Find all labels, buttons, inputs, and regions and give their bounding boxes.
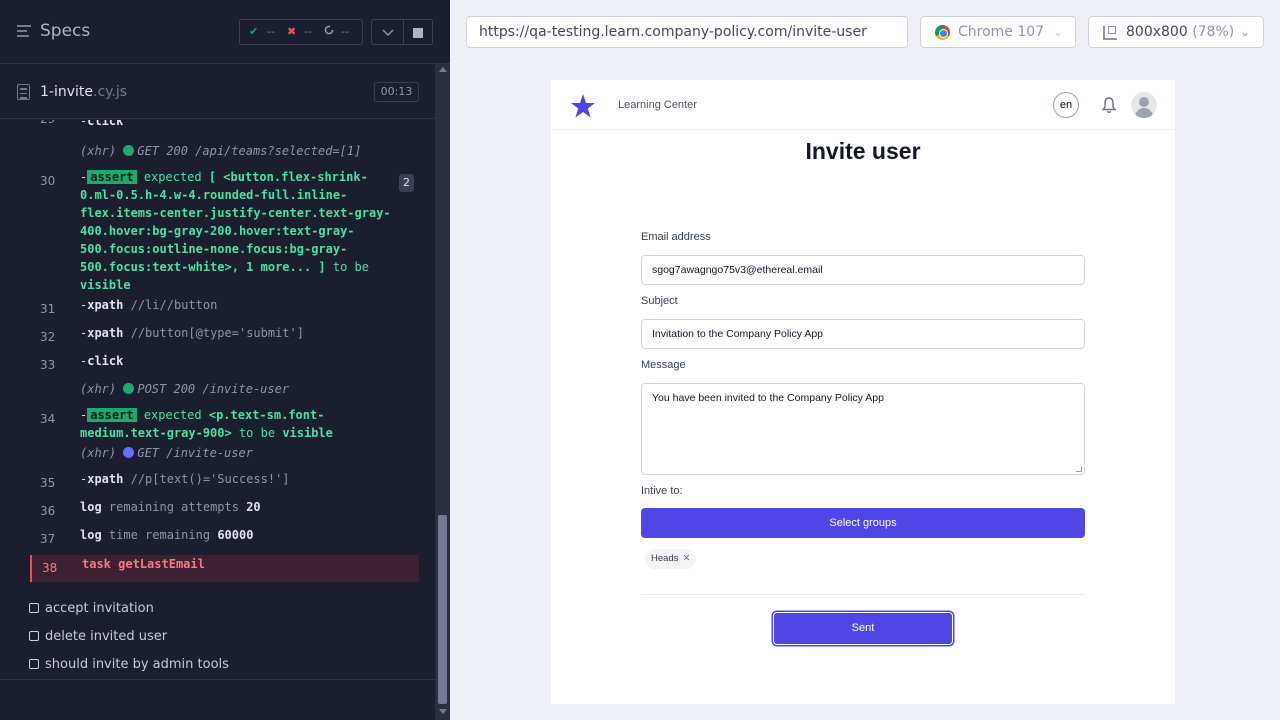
stop-icon [413,28,423,38]
message-label: Message [641,359,686,371]
test-status-icon [29,659,39,669]
test-stats: ✔ -- ✖ -- -- [239,19,363,45]
viewport-size: 800x800 [1126,24,1188,40]
status-dot [123,145,135,156]
avatar[interactable] [1131,92,1157,118]
bell-icon[interactable] [1101,96,1117,114]
stop-button[interactable] [403,19,433,45]
test-item[interactable]: accept invitation [29,601,154,616]
status-dot [123,447,135,458]
command-log: 29 -click (xhr) GET 200 /api/teams?selec… [30,120,419,582]
spec-duration: 00:13 [374,82,419,102]
resize-handle[interactable] [1076,466,1082,472]
divider [641,594,1085,595]
test-item[interactable]: should invite by admin tools [29,657,229,672]
fail-count: -- [304,25,312,38]
email-field[interactable]: sgog7awagngo75v3@ethereal.email [641,255,1085,285]
pending-icon [324,25,334,38]
spec-file-name: 1-invite.cy.js [40,84,128,100]
status-dot [123,383,135,394]
scrollbar-thumb[interactable] [438,515,447,704]
chrome-icon [935,25,950,40]
url-bar[interactable]: https://qa-testing.learn.company-policy.… [466,16,908,48]
failed-command-row[interactable]: 38 task getLastEmail [30,555,419,582]
specs-header: Specs ✔ -- ✖ -- -- [0,0,450,64]
app-under-test: Learning Center en Invite user Email add… [551,80,1175,704]
specs-title[interactable]: Specs [40,21,90,41]
viewport-selector[interactable]: 800x800 (78%) ⌄ [1088,16,1264,48]
select-groups-button[interactable]: Select groups [641,508,1085,538]
test-status-icon [29,603,39,613]
count-badge: 2 [399,174,414,192]
app-header: Learning Center en [551,80,1175,130]
pending-count: -- [341,25,349,38]
test-status-icon [29,631,39,641]
app-title: Learning Center [618,99,697,111]
chevron-down-icon: ⌄ [1053,25,1064,39]
pass-count: -- [267,25,275,38]
chevron-down-icon[interactable] [371,19,404,45]
app-preview-panel: https://qa-testing.learn.company-policy.… [450,0,1280,720]
submit-button[interactable]: Sent [773,612,953,645]
fail-icon: ✖ [287,25,297,38]
divider [0,679,435,680]
invite-to-label: Intive to: [641,485,683,497]
page-title: Invite user [805,138,921,164]
subject-field[interactable]: Invitation to the Company Policy App [641,319,1085,349]
star-logo-icon[interactable] [570,93,596,119]
browser-label: Chrome 107 [958,24,1045,40]
test-item[interactable]: delete invited user [29,629,167,644]
scrollbar[interactable] [435,64,450,720]
document-icon [17,84,30,100]
language-button[interactable]: en [1053,92,1079,118]
message-field[interactable]: You have been invited to the Company Pol… [641,383,1085,475]
menu-icon[interactable] [17,25,31,37]
scroll-up-icon[interactable] [439,67,447,72]
pass-icon: ✔ [249,25,259,38]
spec-file-row[interactable]: 1-invite.cy.js 00:13 [0,65,435,119]
subject-label: Subject [641,295,678,307]
cypress-runner-panel: Specs ✔ -- ✖ -- -- 1-invite.cy.js 00:13 … [0,0,450,720]
group-chip: Heads ✕ [645,549,697,569]
ruler-icon [1103,26,1117,40]
viewport-scale: (78%) [1192,24,1235,40]
scroll-down-icon[interactable] [439,709,447,714]
browser-selector[interactable]: Chrome 107 ⌄ [920,16,1076,48]
email-label: Email address [641,231,711,243]
remove-chip-icon[interactable]: ✕ [682,553,690,564]
chevron-down-icon: ⌄ [1240,25,1251,39]
